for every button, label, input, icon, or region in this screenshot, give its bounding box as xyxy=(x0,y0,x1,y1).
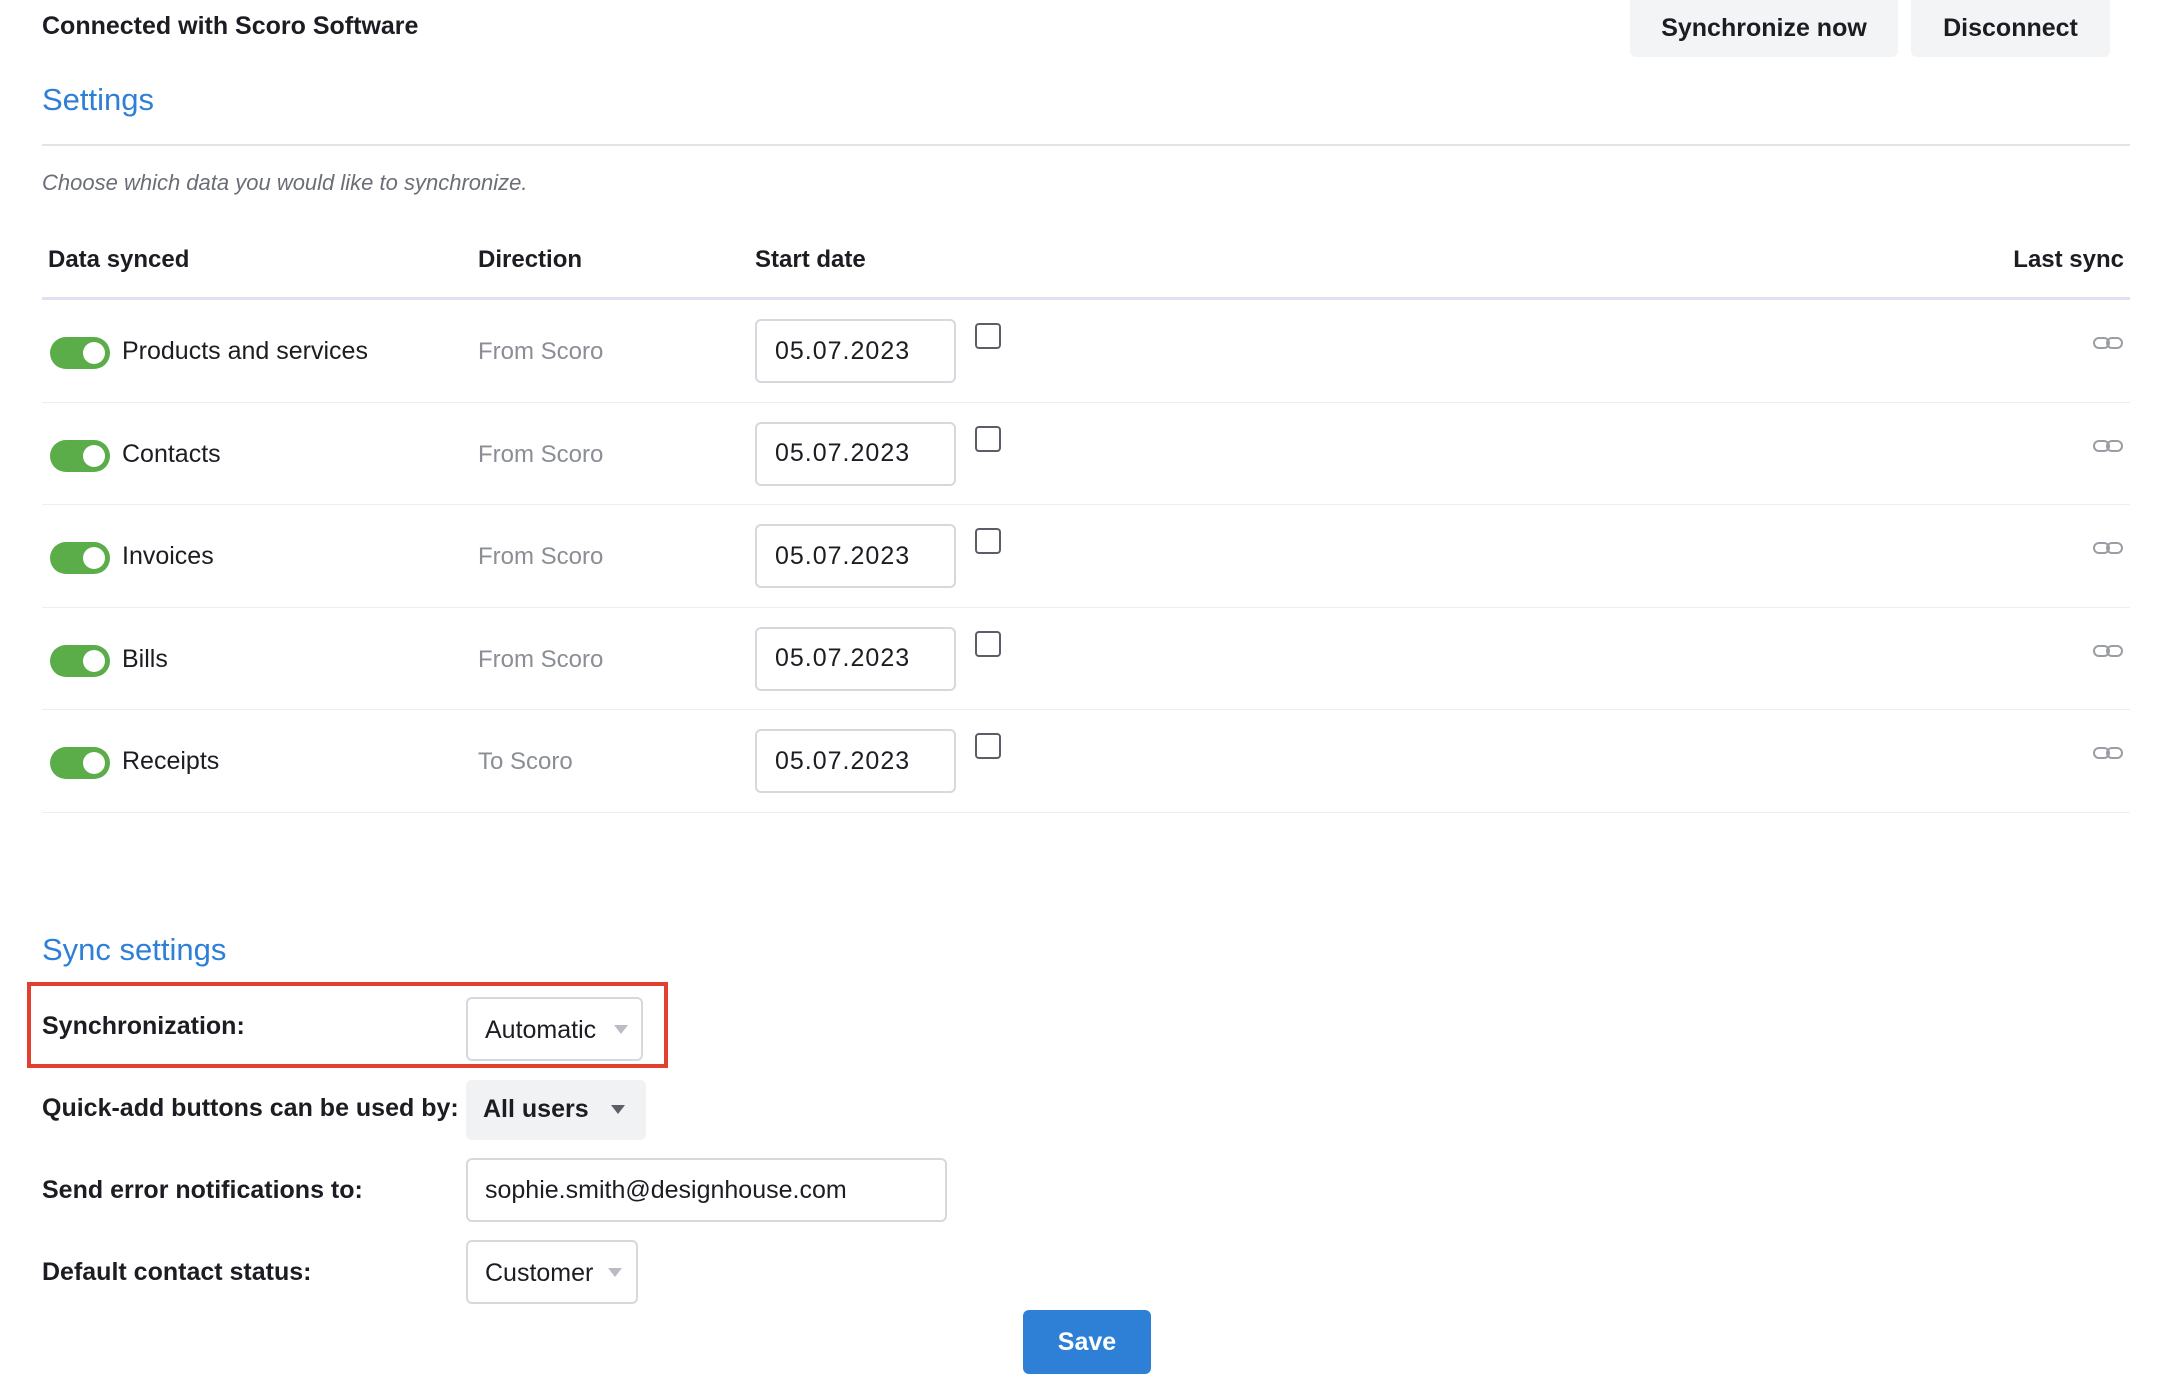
sync-toggle-invoices[interactable] xyxy=(50,542,110,574)
table-row: Contacts From Scoro xyxy=(42,403,2130,505)
sync-toggle-bills[interactable] xyxy=(50,644,110,677)
quick-add-value: All users xyxy=(483,1095,589,1123)
synchronization-select[interactable]: Automatic xyxy=(466,997,643,1061)
table-row: Invoices From Scoro xyxy=(42,505,2130,608)
sync-toggle-products[interactable] xyxy=(50,337,110,369)
table-row: Receipts To Scoro xyxy=(42,710,2130,813)
default-contact-status-label: Default contact status: xyxy=(42,1258,312,1286)
top-bar: Connected with Scoro Software Synchroniz… xyxy=(0,0,2170,64)
table-row: Bills From Scoro xyxy=(42,608,2130,710)
sync-toggle-receipts[interactable] xyxy=(50,747,110,779)
table-row: Products and services From Scoro xyxy=(42,300,2130,403)
row-label: Contacts xyxy=(122,439,221,468)
toggle-knob xyxy=(83,649,105,672)
synchronize-now-button[interactable]: Synchronize now xyxy=(1630,0,1898,57)
row-label: Products and services xyxy=(122,337,368,365)
quick-add-label: Quick-add buttons can be used by: xyxy=(42,1094,459,1122)
synchronization-value: Automatic xyxy=(485,1016,597,1044)
quick-add-select[interactable]: All users xyxy=(466,1080,646,1140)
start-date-input[interactable] xyxy=(755,421,956,486)
toggle-knob xyxy=(83,547,105,569)
start-date-input[interactable] xyxy=(755,729,956,793)
column-header-direction: Direction xyxy=(478,246,583,273)
row-checkbox[interactable] xyxy=(975,630,1001,657)
toggle-knob xyxy=(83,444,105,467)
row-label: Bills xyxy=(122,644,168,673)
settings-divider xyxy=(42,144,2130,146)
start-date-input[interactable] xyxy=(755,524,956,588)
row-label: Receipts xyxy=(122,747,220,775)
column-header-start-date: Start date xyxy=(755,246,866,273)
sync-data-table: Data synced Direction Start date Last sy… xyxy=(42,230,2130,813)
row-label: Invoices xyxy=(122,542,214,570)
link-icon xyxy=(2093,337,2123,349)
synchronization-label: Synchronization: xyxy=(42,1012,245,1040)
chevron-down-icon xyxy=(611,1105,625,1114)
row-checkbox[interactable] xyxy=(975,528,1001,554)
connection-title: Connected with Scoro Software xyxy=(42,12,419,40)
sync-settings-title: Sync settings xyxy=(42,932,227,967)
error-notifications-email-input[interactable] xyxy=(466,1158,947,1222)
row-checkbox[interactable] xyxy=(975,733,1001,759)
error-notifications-label: Send error notifications to: xyxy=(42,1176,363,1204)
link-icon xyxy=(2093,542,2123,554)
column-header-last-sync: Last sync xyxy=(2013,246,2124,273)
start-date-input[interactable] xyxy=(755,626,956,691)
link-icon xyxy=(2093,747,2123,759)
link-icon xyxy=(2093,439,2123,452)
row-direction: From Scoro xyxy=(478,645,604,673)
link-icon xyxy=(2093,644,2123,657)
disconnect-button[interactable]: Disconnect xyxy=(1911,0,2110,57)
settings-hint: Choose which data you would like to sync… xyxy=(42,170,528,195)
row-direction: From Scoro xyxy=(478,440,604,468)
settings-title: Settings xyxy=(42,82,155,117)
column-header-data-synced: Data synced xyxy=(48,246,190,273)
chevron-down-icon xyxy=(614,1025,628,1034)
table-header: Data synced Direction Start date Last sy… xyxy=(42,230,2130,300)
toggle-knob xyxy=(83,752,105,774)
row-checkbox[interactable] xyxy=(975,425,1001,452)
start-date-input[interactable] xyxy=(755,319,956,383)
chevron-down-icon xyxy=(608,1268,622,1277)
row-direction: From Scoro xyxy=(478,543,604,570)
sync-toggle-contacts[interactable] xyxy=(50,439,110,472)
save-button[interactable]: Save xyxy=(1023,1310,1151,1374)
toggle-knob xyxy=(83,342,105,364)
default-contact-status-select[interactable]: Customer xyxy=(466,1240,638,1304)
row-direction: To Scoro xyxy=(478,748,573,775)
default-contact-status-value: Customer xyxy=(485,1259,594,1287)
row-checkbox[interactable] xyxy=(975,323,1001,349)
row-direction: From Scoro xyxy=(478,338,604,365)
